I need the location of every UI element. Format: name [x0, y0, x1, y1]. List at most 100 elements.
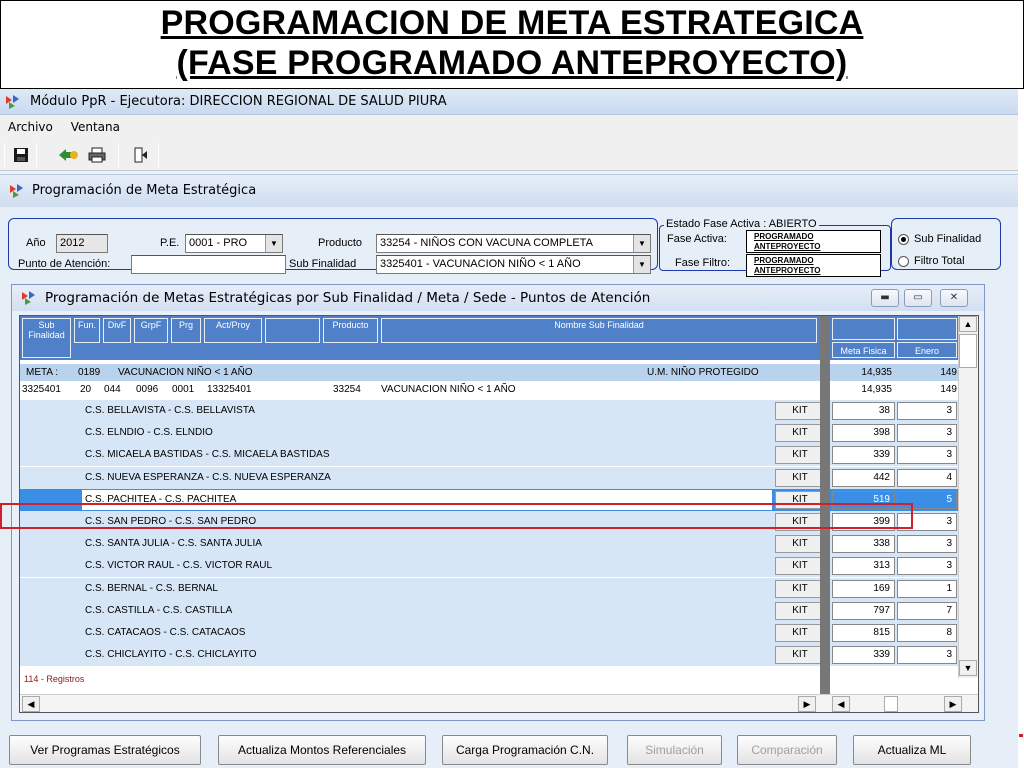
subfinalidad-combo[interactable]: 3325401 - VACUNACION NIÑO < 1 AÑO ▼	[376, 255, 651, 274]
col-producto[interactable]: Producto	[323, 318, 378, 343]
menu-archivo[interactable]: Archivo	[8, 120, 53, 134]
sede-row[interactable]: C.S. CASTILLA - C.S. CASTILLA KIT 797 7	[20, 599, 978, 622]
kit-button[interactable]: KIT	[775, 601, 825, 620]
col-act-proy[interactable]: Act/Proy	[204, 318, 262, 343]
sede-meta-fisica[interactable]: 338	[832, 535, 895, 554]
sede-enero[interactable]: 3	[897, 446, 957, 465]
col-sub-finalidad[interactable]: Sub Finalidad	[22, 318, 71, 358]
scroll-right-icon[interactable]: ▶	[944, 696, 962, 712]
col-divf[interactable]: DivF	[103, 318, 131, 343]
scroll-up-icon[interactable]: ▲	[959, 316, 977, 332]
ver-programas-button[interactable]: Ver Programas Estratégicos	[9, 735, 201, 765]
producto-combo[interactable]: 33254 - NIÑOS CON VACUNA COMPLETA ▼	[376, 234, 651, 253]
sede-enero[interactable]: 4	[897, 468, 957, 487]
kit-button[interactable]: KIT	[775, 490, 825, 509]
save-icon[interactable]	[10, 145, 32, 165]
kit-button[interactable]: KIT	[775, 513, 825, 531]
sede-meta-fisica[interactable]: 797	[832, 601, 895, 620]
col-grpf[interactable]: GrpF	[134, 318, 168, 343]
kit-button[interactable]: KIT	[775, 468, 825, 487]
close-icon[interactable]: ✕	[940, 289, 968, 307]
sede-row[interactable]: C.S. BELLAVISTA - C.S. BELLAVISTA KIT 38 3	[20, 400, 978, 422]
chevron-down-icon[interactable]: ▼	[633, 235, 650, 252]
sede-enero[interactable]: 3	[897, 646, 957, 665]
scroll-left-icon[interactable]: ◀	[832, 696, 850, 712]
sede-meta-fisica[interactable]: 399	[832, 513, 895, 531]
sede-enero[interactable]: 1	[897, 579, 957, 598]
sede-meta-fisica[interactable]: 38	[832, 402, 895, 420]
pe-combo[interactable]: 0001 - PRO ▼	[185, 234, 283, 253]
sede-row[interactable]: C.S. CATACAOS - C.S. CATACAOS KIT 815 8	[20, 622, 978, 644]
sede-row[interactable]: C.S. CHICLAYITO - C.S. CHICLAYITO KIT 339 3	[20, 644, 978, 667]
hscroll-thumb[interactable]	[884, 696, 898, 712]
sede-row[interactable]: C.S. NUEVA ESPERANZA - C.S. NUEVA ESPERA…	[20, 466, 978, 489]
scroll-right-icon[interactable]: ▶	[798, 696, 816, 712]
sede-row[interactable]: C.S. VICTOR RAUL - C.S. VICTOR RAUL KIT 31…	[20, 555, 978, 578]
simulacion-button[interactable]: Simulación	[627, 735, 722, 765]
scroll-left-icon[interactable]: ◀	[22, 696, 40, 712]
sede-enero[interactable]: 3	[897, 402, 957, 420]
col-enero[interactable]: Enero	[897, 342, 957, 358]
kit-button[interactable]: KIT	[775, 646, 825, 665]
col-fun[interactable]: Fun.	[74, 318, 100, 343]
slide-title: PROGRAMACION DE META ESTRATEGICA (FASE P…	[0, 0, 1024, 89]
scroll-thumb[interactable]	[959, 334, 977, 368]
punto-atencion-input[interactable]	[131, 255, 286, 274]
kit-button[interactable]: KIT	[775, 446, 825, 465]
sede-row[interactable]: C.S. SANTA JULIA - C.S. SANTA JULIA KIT 33…	[20, 533, 978, 556]
maximize-icon[interactable]: ▭	[904, 289, 932, 307]
meta-meta-fisica: 14,935	[861, 367, 892, 378]
kit-button[interactable]: KIT	[775, 424, 825, 443]
sede-meta-fisica[interactable]: 519	[832, 490, 895, 509]
back-icon[interactable]	[58, 145, 80, 165]
sede-meta-fisica[interactable]: 313	[832, 557, 895, 576]
anio-field[interactable]: 2012	[56, 234, 108, 253]
grid-splitter[interactable]	[820, 316, 830, 712]
kit-button[interactable]: KIT	[775, 535, 825, 554]
sede-enero[interactable]: 5	[897, 490, 957, 509]
toolbar-separator	[4, 143, 5, 167]
sede-meta-fisica[interactable]: 442	[832, 468, 895, 487]
sede-row[interactable]: C.S. SAN PEDRO - C.S. SAN PEDRO KIT 399 3	[20, 511, 978, 533]
sede-meta-fisica[interactable]: 815	[832, 624, 895, 642]
chevron-down-icon[interactable]: ▼	[265, 235, 282, 252]
carga-programacion-button[interactable]: Carga Programación C.N.	[442, 735, 608, 765]
comparacion-button[interactable]: Comparación	[737, 735, 837, 765]
col-prg[interactable]: Prg	[171, 318, 201, 343]
sede-enero[interactable]: 3	[897, 535, 957, 554]
actualiza-ml-button[interactable]: Actualiza ML	[853, 735, 971, 765]
sede-row[interactable]: C.S. BERNAL - C.S. BERNAL KIT 169 1	[20, 577, 978, 600]
sede-meta-fisica[interactable]: 339	[832, 446, 895, 465]
sede-row[interactable]: C.S. ELNDIO - C.S. ELNDIO KIT 398 3	[20, 422, 978, 445]
sede-enero[interactable]: 8	[897, 624, 957, 642]
sede-enero[interactable]: 7	[897, 601, 957, 620]
print-icon[interactable]	[86, 145, 108, 165]
meta-row[interactable]: META : 0189 VACUNACION NIÑO < 1 AÑO U.M.…	[20, 364, 978, 381]
sede-enero[interactable]: 3	[897, 424, 957, 443]
sede-row[interactable]: C.S. MICAELA BASTIDAS - C.S. MICAELA BAS…	[20, 444, 978, 467]
subfinalidad-row[interactable]: 3325401 20 044 0096 0001 13325401 33254 …	[20, 381, 978, 398]
sede-meta-fisica[interactable]: 169	[832, 579, 895, 598]
col-nombre[interactable]: Nombre Sub Finalidad	[381, 318, 817, 343]
menu-ventana[interactable]: Ventana	[71, 120, 120, 134]
radio-sub-finalidad[interactable]: Sub Finalidad	[898, 233, 981, 245]
kit-button[interactable]: KIT	[775, 557, 825, 576]
sede-enero[interactable]: 3	[897, 557, 957, 576]
sede-meta-fisica[interactable]: 398	[832, 424, 895, 443]
kit-button[interactable]: KIT	[775, 579, 825, 598]
chevron-down-icon[interactable]: ▼	[633, 256, 650, 273]
horizontal-scrollbar[interactable]: ◀ ▶ ◀ ▶	[20, 694, 978, 712]
minimize-icon[interactable]: ▬	[871, 289, 899, 307]
kit-button[interactable]: KIT	[775, 402, 825, 420]
actualiza-montos-button[interactable]: Actualiza Montos Referenciales	[218, 735, 426, 765]
col-meta-fisica[interactable]: Meta Fisica	[832, 342, 895, 358]
exit-icon[interactable]	[130, 145, 152, 165]
kit-button[interactable]: KIT	[775, 624, 825, 642]
sede-enero[interactable]: 3	[897, 513, 957, 531]
vertical-scrollbar[interactable]: ▲ ▼	[958, 316, 978, 678]
radio-filtro-total[interactable]: Filtro Total	[898, 255, 965, 267]
slide-title-line1: PROGRAMACION DE META ESTRATEGICA	[160, 4, 864, 42]
sede-meta-fisica[interactable]: 339	[832, 646, 895, 665]
sede-row[interactable]: C.S. PACHITEA - C.S. PACHITEA KIT 519 5	[20, 488, 978, 511]
scroll-down-icon[interactable]: ▼	[959, 660, 977, 676]
